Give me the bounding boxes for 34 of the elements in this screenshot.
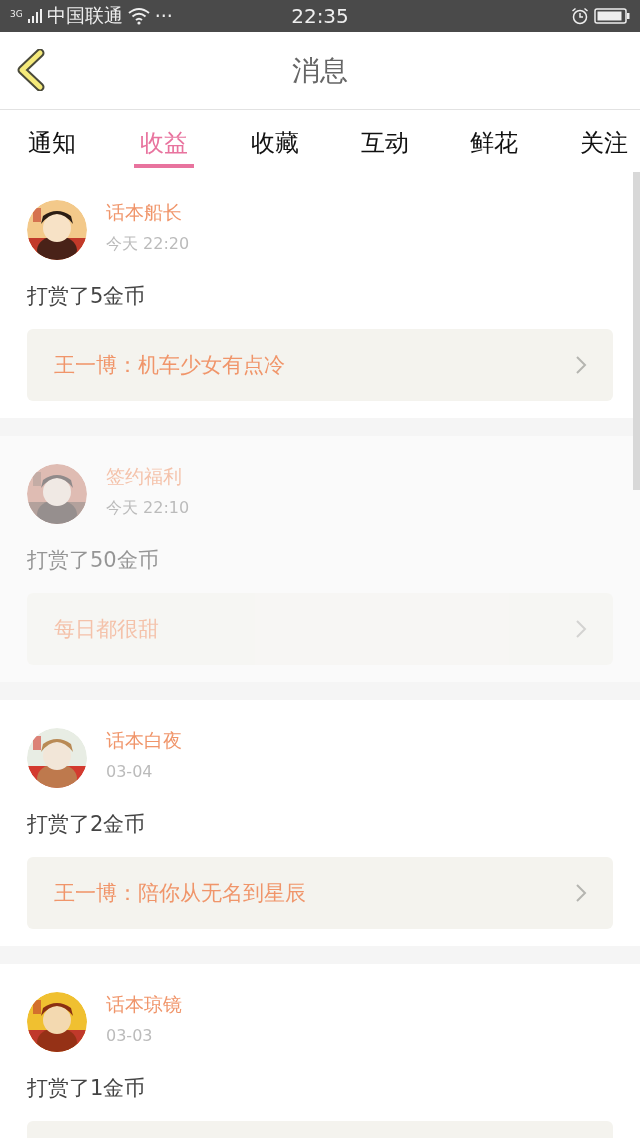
message-time: 今天 22:20 <box>106 234 190 255</box>
message-time: 今天 22:10 <box>106 498 190 519</box>
message-text: 打赏了2金币 <box>27 811 147 838</box>
story-link[interactable]: 王一博：陪你从无名到星辰 <box>27 857 613 929</box>
category-tab[interactable]: 互动 <box>356 110 413 168</box>
carrier-name: 中国联通 <box>46 3 123 28</box>
chevron-icon <box>575 619 587 639</box>
page-title: 消息 <box>292 52 348 89</box>
sender-name[interactable]: 话本白夜 <box>106 728 182 754</box>
category-tab[interactable]: 鲜花 <box>466 110 523 168</box>
network-type: 3G <box>10 9 23 19</box>
sender-name[interactable]: 话本船长 <box>106 200 190 226</box>
sender-name[interactable]: 话本琼镜 <box>106 992 182 1018</box>
chevron-icon <box>575 355 587 375</box>
category-tab[interactable]: 通知 <box>24 110 80 168</box>
message-time: 03-03 <box>106 1026 154 1045</box>
category-tab[interactable]: 收益 <box>133 110 194 168</box>
story-link[interactable]: 王一博：机车少女有点冷 <box>27 329 613 401</box>
chevron-icon <box>575 883 587 903</box>
sender-name[interactable]: 签约福利 <box>106 464 190 490</box>
message-text: 打赏了5金币 <box>27 283 147 310</box>
alarm-icon <box>571 7 589 25</box>
category-tab[interactable]: 收藏 <box>247 110 304 168</box>
message-time: 03-04 <box>106 762 154 781</box>
more-indicator: ··· <box>154 5 173 27</box>
battery-icon <box>594 7 630 25</box>
message-text: 打赏了50金币 <box>27 547 160 574</box>
category-tab[interactable]: 关注 <box>575 110 632 168</box>
wifi-icon <box>127 7 150 25</box>
message-text: 打赏了1金币 <box>27 1075 147 1102</box>
clock-time: 22:35 <box>291 4 349 28</box>
story-link[interactable]: 每日都很甜 <box>27 593 613 665</box>
signal-icon <box>27 9 42 23</box>
back-button[interactable] <box>16 49 46 91</box>
